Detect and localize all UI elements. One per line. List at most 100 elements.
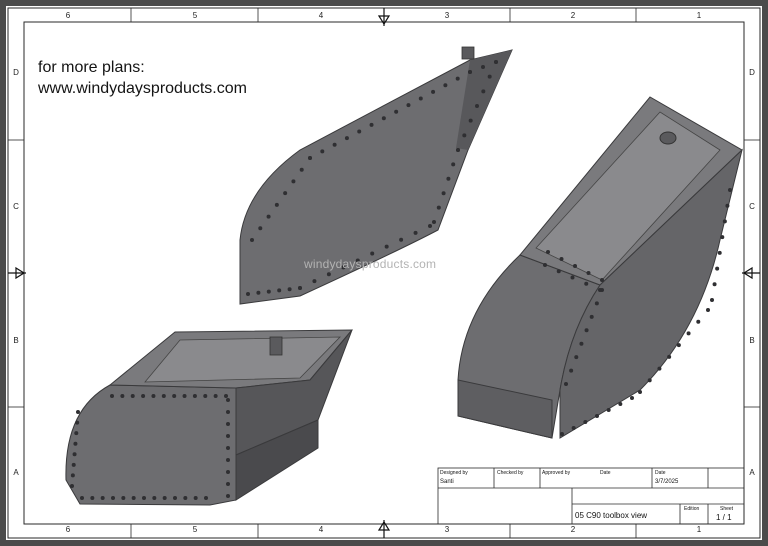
zone-col-5-bottom: 5 (192, 525, 198, 534)
rivet (152, 496, 157, 500)
rivet (73, 441, 78, 446)
sheet-number: 1 / 1 (716, 513, 732, 522)
rivet (468, 70, 472, 74)
rivet (441, 191, 446, 196)
rivet (456, 148, 460, 152)
rivet (406, 103, 411, 108)
rivet (432, 220, 436, 224)
rivet (706, 308, 710, 312)
rivet (722, 219, 727, 224)
rivet (266, 289, 271, 294)
rivet (468, 118, 473, 123)
rivet (120, 394, 125, 398)
rivet (130, 394, 135, 398)
rivet (715, 266, 720, 271)
zone-row-b-left: B (13, 336, 19, 345)
rivet (546, 250, 550, 254)
rivet (586, 271, 591, 275)
rivet (226, 458, 230, 462)
date-value: 3/7/2025 (655, 479, 679, 485)
rivet (277, 288, 282, 293)
sheet-label: Sheet (720, 506, 734, 512)
rivet (274, 202, 279, 207)
edition-label: Edition (684, 506, 700, 512)
rivet (70, 473, 75, 478)
zone-col-6-bottom: 6 (65, 525, 71, 534)
rivet (618, 402, 623, 406)
rivet (183, 496, 188, 500)
website-link[interactable]: www.windydaysproducts.com (38, 78, 247, 99)
rivet (76, 410, 80, 414)
zone-col-3-top: 3 (444, 11, 450, 20)
approval-date-label: Date (600, 470, 611, 476)
rivet (226, 398, 230, 402)
date-label: Date (655, 470, 666, 476)
checked-by-label: Checked by (497, 470, 524, 476)
rivet (559, 257, 564, 261)
rivet (173, 496, 177, 500)
rivet (569, 368, 574, 373)
rivet (320, 149, 325, 154)
rivet (142, 496, 146, 500)
rivet (100, 496, 105, 500)
rivet (638, 390, 642, 394)
rivet (570, 275, 575, 280)
zone-col-4-top: 4 (318, 11, 324, 20)
zone-col-1-bottom: 1 (696, 525, 702, 534)
rivet (256, 290, 261, 295)
rivet (370, 251, 375, 256)
rivet (583, 420, 588, 424)
rivet (462, 133, 467, 138)
rivet (226, 470, 230, 474)
zone-row-d-right: D (749, 68, 755, 77)
rivet (357, 129, 362, 134)
rivet (369, 122, 374, 127)
rivet (481, 65, 485, 69)
rivet (595, 414, 599, 418)
designed-by-value: Santi (440, 479, 454, 485)
rivet (182, 394, 187, 398)
rivet (74, 431, 79, 436)
rivet (428, 224, 432, 228)
rivet (131, 496, 136, 500)
rivet (75, 420, 80, 425)
rivet (579, 341, 584, 346)
rivet (111, 496, 115, 500)
rivet (647, 378, 652, 383)
watermark-text: windydaysproducts.com (304, 257, 437, 271)
note-line-1: for more plans: (38, 59, 145, 76)
zone-col-3-bottom: 3 (444, 525, 450, 534)
rivet (418, 96, 423, 101)
zone-col-2-bottom: 2 (570, 525, 576, 534)
rivet (72, 452, 77, 457)
zone-row-a-right: A (749, 468, 755, 477)
rivet (226, 446, 230, 450)
zone-row-a-left: A (13, 468, 19, 477)
rivet (224, 394, 228, 398)
rivet (384, 244, 389, 249)
rivet (676, 343, 681, 348)
rivet (717, 250, 722, 255)
rivet (172, 394, 177, 398)
rivet (431, 89, 436, 94)
rivet (204, 496, 208, 500)
rivet (696, 319, 701, 324)
rivet (630, 396, 634, 400)
rivet (475, 104, 479, 108)
rivet (584, 328, 589, 333)
zone-col-5-top: 5 (192, 11, 198, 20)
rivet (151, 394, 156, 398)
rivet (226, 422, 230, 426)
rivet (481, 89, 486, 94)
rivet (584, 281, 589, 286)
rivet (686, 331, 691, 336)
designed-by-label: Designed by (440, 470, 468, 476)
zone-col-1-top: 1 (696, 11, 702, 20)
rivet (213, 394, 218, 398)
rivet (162, 496, 167, 500)
rivet (71, 462, 76, 467)
rivet (720, 235, 725, 240)
rivet (399, 237, 404, 242)
zone-row-c-left: C (13, 202, 19, 211)
rivet (728, 188, 732, 192)
